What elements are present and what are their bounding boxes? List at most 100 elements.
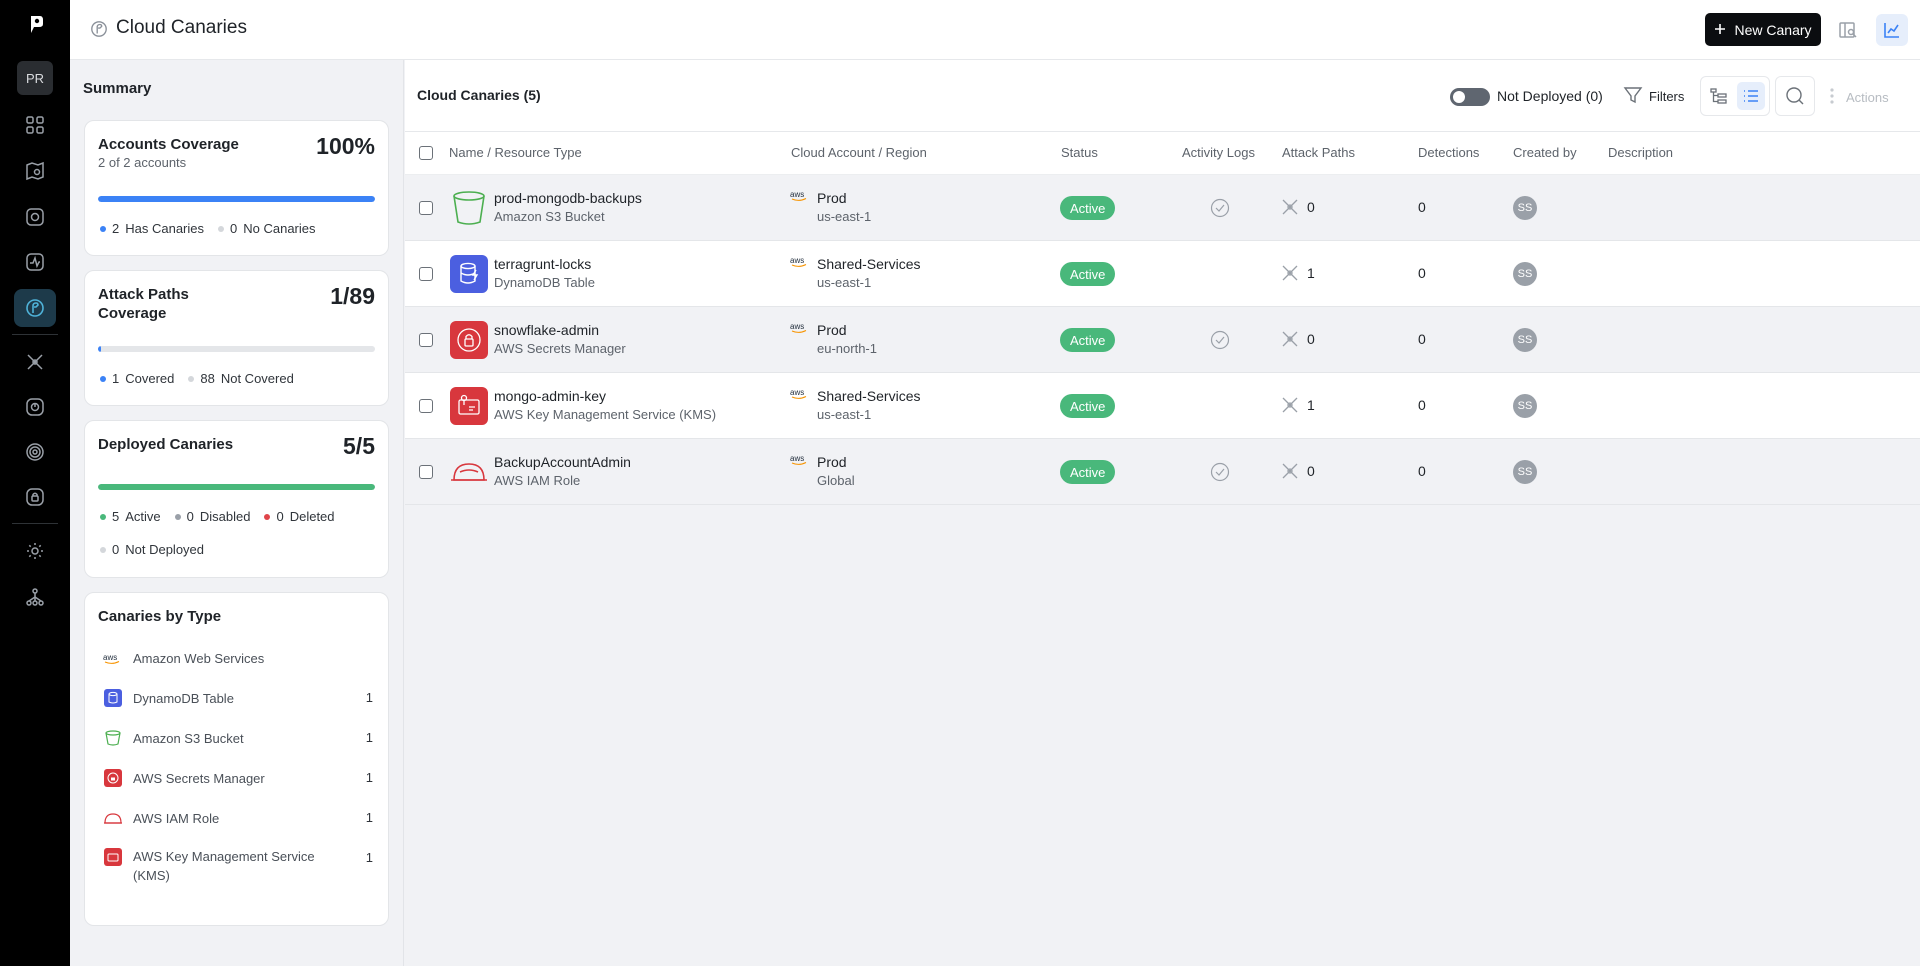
- status-badge: Active: [1060, 196, 1116, 220]
- row-checkbox[interactable]: [419, 333, 433, 347]
- cloud-account: Shared-Services: [817, 256, 921, 272]
- deployed-progress-bar: [98, 484, 375, 490]
- cloud-account: Prod: [817, 322, 847, 338]
- target-icon[interactable]: [14, 433, 56, 471]
- svg-text:aws: aws: [790, 190, 804, 199]
- row-checkbox[interactable]: [419, 399, 433, 413]
- table-title: Cloud Canaries (5): [417, 87, 541, 103]
- attack-paths-count: 1: [1307, 397, 1315, 413]
- list-view-icon[interactable]: [1737, 82, 1765, 110]
- detections-icon[interactable]: [14, 388, 56, 426]
- column-header[interactable]: Activity Logs: [1182, 145, 1255, 160]
- policies-icon[interactable]: [14, 478, 56, 516]
- type-count: 1: [365, 690, 373, 705]
- legend-label: No Canaries: [243, 221, 316, 236]
- tree-view-icon[interactable]: [1705, 82, 1733, 110]
- creator-avatar[interactable]: SS: [1513, 394, 1537, 418]
- aws-logo-icon: aws: [103, 648, 123, 668]
- table-header: Name / Resource Type Cloud Account / Reg…: [405, 132, 1920, 175]
- card-value: 5/5: [343, 433, 375, 459]
- card-subtitle: 2 of 2 accounts: [98, 155, 187, 170]
- attack-paths-count: 1: [1307, 265, 1315, 281]
- table-row[interactable]: mongo-admin-key AWS Key Management Servi…: [405, 373, 1920, 439]
- attack-paths-cell: 0: [1281, 330, 1315, 348]
- legend-label: Active: [125, 509, 161, 524]
- activity-logs-check-icon: [1210, 330, 1230, 355]
- canary-name[interactable]: BackupAccountAdmin: [494, 454, 631, 470]
- table-row[interactable]: BackupAccountAdmin AWS IAM Role aws Prod…: [405, 439, 1920, 505]
- column-header[interactable]: Cloud Account / Region: [791, 145, 927, 160]
- canary-name[interactable]: prod-mongodb-backups: [494, 190, 642, 206]
- canary-name[interactable]: mongo-admin-key: [494, 388, 606, 404]
- deployed-legend: 5 Active 0 Disabled 0 Deleted: [100, 509, 335, 524]
- inventory-icon[interactable]: [14, 198, 56, 236]
- workspace-avatar[interactable]: PR: [17, 61, 53, 95]
- column-header[interactable]: Attack Paths: [1282, 145, 1355, 160]
- secrets-manager-icon: [103, 768, 123, 788]
- column-header[interactable]: Created by: [1513, 145, 1577, 160]
- legend-count: 1: [112, 371, 120, 386]
- column-header[interactable]: Status: [1061, 145, 1098, 160]
- detections-count: 0: [1418, 199, 1426, 215]
- attack-paths-icon: [1282, 265, 1298, 281]
- attack-paths-icon: [1282, 331, 1298, 347]
- inspect-panel-icon[interactable]: [1832, 14, 1864, 46]
- table-row[interactable]: snowflake-admin AWS Secrets Manager aws …: [405, 307, 1920, 373]
- attack-paths-icon: [1282, 397, 1298, 413]
- canaries-icon[interactable]: [14, 289, 56, 327]
- deployed-canaries-card: Deployed Canaries 5/5 5 Active 0 Disabled …: [84, 420, 389, 578]
- attack-paths-count: 0: [1307, 331, 1315, 347]
- row-checkbox[interactable]: [419, 201, 433, 215]
- attack-paths-count: 0: [1307, 199, 1315, 215]
- dashboard-icon[interactable]: [14, 106, 56, 144]
- creator-avatar[interactable]: SS: [1513, 196, 1537, 220]
- canaries-by-type-card: Canaries by Type aws Amazon Web Services…: [84, 592, 389, 926]
- attack-paths-count: 0: [1307, 463, 1315, 479]
- legend-count: 0: [112, 542, 120, 557]
- actions-menu[interactable]: Actions: [1830, 87, 1889, 108]
- attack-paths-icon[interactable]: [14, 343, 56, 381]
- canary-name[interactable]: terragrunt-locks: [494, 256, 591, 272]
- canary-name[interactable]: snowflake-admin: [494, 322, 599, 338]
- app-logo-icon[interactable]: [22, 12, 48, 38]
- region: Global: [817, 473, 855, 488]
- activity-icon[interactable]: [14, 243, 56, 281]
- card-title: Canaries by Type: [98, 608, 222, 625]
- new-canary-button[interactable]: New Canary: [1705, 13, 1821, 46]
- row-checkbox[interactable]: [419, 465, 433, 479]
- legend-label: Deleted: [289, 509, 335, 524]
- filters-button[interactable]: Filters: [1623, 85, 1684, 108]
- page-title: Cloud Canaries: [116, 17, 247, 38]
- column-header[interactable]: Description: [1608, 145, 1673, 160]
- not-deployed-toggle[interactable]: [1450, 88, 1490, 106]
- row-checkbox[interactable]: [419, 267, 433, 281]
- legend-count: 0: [186, 509, 194, 524]
- attack-paths-icon: [1282, 463, 1298, 479]
- type-count: 1: [365, 730, 373, 745]
- attack-paths-cell: 0: [1281, 198, 1315, 216]
- activity-logs-check-icon: [1210, 462, 1230, 487]
- resource-type: DynamoDB Table: [494, 275, 595, 290]
- cloud-account: Prod: [817, 190, 847, 206]
- plus-icon: [1714, 22, 1726, 38]
- card-title: Attack Paths Coverage: [98, 286, 189, 322]
- analytics-chart-icon[interactable]: [1876, 14, 1908, 46]
- organization-icon[interactable]: [14, 578, 56, 616]
- select-all-checkbox[interactable]: [419, 146, 433, 160]
- table-row[interactable]: terragrunt-locks DynamoDB Table aws Shar…: [405, 241, 1920, 307]
- aws-logo-icon: aws: [790, 321, 810, 340]
- new-canary-label: New Canary: [1734, 21, 1812, 38]
- resource-type: AWS IAM Role: [494, 473, 581, 488]
- search-icon[interactable]: [1775, 76, 1815, 116]
- column-header[interactable]: Name / Resource Type: [449, 145, 582, 160]
- type-count: 1: [365, 850, 373, 865]
- settings-gear-icon[interactable]: [14, 532, 56, 570]
- column-header[interactable]: Detections: [1418, 145, 1479, 160]
- type-row: Amazon S3 Bucket 1: [103, 727, 373, 749]
- creator-avatar[interactable]: SS: [1513, 262, 1537, 286]
- map-search-icon[interactable]: [14, 152, 56, 190]
- creator-avatar[interactable]: SS: [1513, 328, 1537, 352]
- type-label: AWS Key Management Service (KMS): [133, 849, 315, 883]
- creator-avatar[interactable]: SS: [1513, 460, 1537, 484]
- table-row[interactable]: prod-mongodb-backups Amazon S3 Bucket aw…: [405, 175, 1920, 241]
